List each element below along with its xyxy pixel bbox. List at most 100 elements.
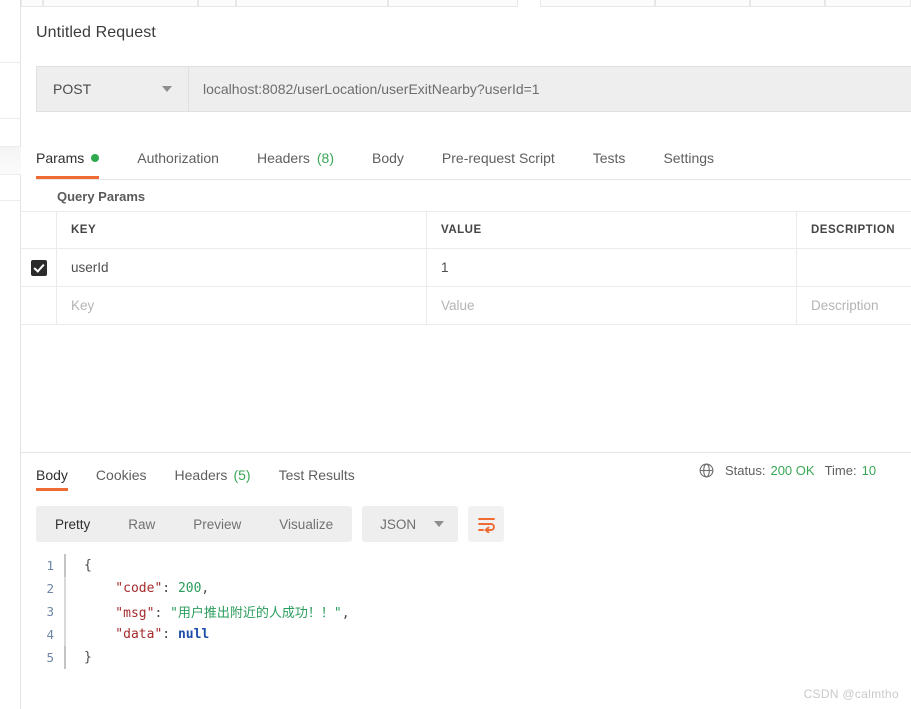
page-title: Untitled Request — [36, 24, 156, 41]
code-line: 2 "code": 200, — [36, 577, 736, 600]
tab-strip-segment[interactable] — [825, 0, 911, 7]
response-tab-body[interactable]: Body — [36, 458, 68, 491]
response-tabs: Body Cookies Headers (5) Test Results — [36, 458, 383, 492]
tab-headers-label: Headers — [256, 149, 310, 166]
tab-body-label: Body — [372, 149, 404, 166]
wrap-lines-button[interactable] — [468, 506, 505, 542]
table-row-placeholder: Key Value Description — [21, 287, 911, 325]
chevron-down-icon — [434, 521, 445, 527]
time-label: Time: — [824, 463, 857, 478]
tab-params-label: Params — [36, 149, 85, 166]
tab-strip-segment[interactable] — [21, 0, 43, 7]
response-tab-headers-count: (5) — [233, 466, 251, 483]
fold-guide — [64, 577, 74, 600]
new-param-key-input[interactable]: Key — [71, 298, 94, 313]
code-text: { — [84, 558, 92, 573]
tab-strip-segment[interactable] — [43, 0, 198, 7]
code-line: 1{ — [36, 554, 736, 577]
url-input[interactable]: localhost:8082/userLocation/userExitNear… — [189, 67, 911, 111]
tab-pre-request-script[interactable]: Pre-request Script — [442, 136, 555, 179]
header-cell-key: KEY — [57, 212, 427, 248]
code-text: "data": null — [84, 627, 210, 642]
word-wrap-icon — [477, 517, 495, 533]
header-cell-value: VALUE — [427, 212, 797, 248]
tab-settings-label: Settings — [663, 149, 715, 166]
format-tab-raw[interactable]: Raw — [109, 506, 174, 542]
param-value-input[interactable]: 1 — [441, 260, 449, 275]
status-badge: Status: 200 OK — [725, 463, 815, 478]
response-tab-cookies-label: Cookies — [95, 466, 147, 483]
fold-guide — [64, 623, 74, 646]
time-badge: Time: 10 — [825, 463, 877, 478]
line-number: 1 — [46, 558, 54, 573]
tab-tests[interactable]: Tests — [593, 136, 626, 179]
param-key-input[interactable]: userId — [71, 260, 109, 275]
chevron-down-icon — [162, 86, 172, 92]
response-tab-test-results-label: Test Results — [278, 466, 355, 483]
params-indicator-dot — [91, 153, 100, 162]
tab-strip-segment[interactable] — [540, 0, 655, 7]
tab-headers[interactable]: Headers (8) — [257, 136, 334, 179]
fold-guide — [64, 600, 74, 623]
response-tab-headers-label: Headers — [174, 466, 228, 483]
status-value: 200 OK — [770, 463, 815, 478]
format-tab-preview[interactable]: Preview — [174, 506, 260, 542]
query-params-label: Query Params — [57, 189, 146, 204]
response-format-toolbar: Pretty Raw Preview Visualize JSON — [36, 506, 505, 542]
new-param-description-input[interactable]: Description — [811, 298, 879, 313]
response-tab-body-label: Body — [36, 466, 68, 483]
sidebar-rail[interactable] — [0, 0, 21, 709]
tab-strip-segment[interactable] — [750, 0, 825, 7]
tab-headers-count: (8) — [316, 149, 334, 166]
postman-window: Untitled Request POST localhost:8082/use… — [0, 0, 911, 709]
watermark: CSDN @calmtho — [803, 687, 899, 701]
http-method-label: POST — [53, 81, 92, 97]
header-cell-check — [21, 212, 57, 248]
query-params-table: KEY VALUE DESCRIPTION userId 1 Key Value… — [21, 211, 911, 325]
format-tab-group: Pretty Raw Preview Visualize — [36, 506, 353, 542]
row-checkbox-cell — [21, 249, 57, 286]
code-text: "code": 200, — [84, 581, 210, 596]
tab-authorization[interactable]: Authorization — [137, 136, 219, 179]
status-label: Status: — [725, 463, 766, 478]
tab-body[interactable]: Body — [372, 136, 404, 179]
tab-settings[interactable]: Settings — [663, 136, 714, 179]
format-tab-pretty[interactable]: Pretty — [36, 506, 109, 542]
language-dropdown[interactable]: JSON — [362, 506, 459, 542]
format-tab-visualize[interactable]: Visualize — [260, 506, 352, 542]
response-body-code[interactable]: 1{2 "code": 200, 3 "msg": "用户推出附近的人成功！！",… — [36, 554, 736, 669]
tab-strip-segment[interactable] — [236, 0, 388, 7]
request-tabs: Params Authorization Headers (8) Body Pr… — [36, 136, 911, 180]
header-cell-description: DESCRIPTION — [811, 224, 896, 236]
tab-tests-label: Tests — [592, 149, 626, 166]
table-row: userId 1 — [21, 249, 911, 287]
code-text: "msg": "用户推出附近的人成功！！", — [84, 606, 350, 621]
tab-strip-segment[interactable] — [388, 0, 518, 7]
response-tab-cookies[interactable]: Cookies — [96, 458, 147, 491]
code-line: 3 "msg": "用户推出附近的人成功！！", — [36, 600, 736, 623]
code-line: 4 "data": null — [36, 623, 736, 646]
tab-pre-request-script-label: Pre-request Script — [441, 149, 555, 166]
line-number: 3 — [46, 604, 54, 619]
fold-guide — [64, 646, 74, 669]
line-number: 2 — [46, 581, 54, 596]
globe-icon — [699, 463, 714, 478]
response-tab-headers[interactable]: Headers (5) — [175, 458, 251, 491]
line-number: 5 — [46, 650, 54, 665]
language-label: JSON — [380, 516, 417, 532]
line-number: 4 — [46, 627, 54, 642]
code-text: } — [84, 650, 92, 665]
table-header-row: KEY VALUE DESCRIPTION — [21, 211, 911, 249]
response-divider — [21, 452, 911, 453]
row-checkbox-cell-empty — [21, 287, 57, 324]
http-method-dropdown[interactable]: POST — [37, 67, 189, 111]
tab-strip-segment[interactable] — [655, 0, 750, 7]
time-value: 10 — [861, 463, 877, 478]
url-bar: POST localhost:8082/userLocation/userExi… — [36, 66, 911, 112]
tab-strip-segment[interactable] — [198, 0, 236, 7]
response-meta: Status: 200 OK Time: 10 — [698, 462, 911, 479]
response-tab-test-results[interactable]: Test Results — [279, 458, 355, 491]
param-enabled-checkbox[interactable] — [30, 259, 47, 276]
new-param-value-input[interactable]: Value — [441, 298, 475, 313]
tab-params[interactable]: Params — [36, 136, 100, 179]
